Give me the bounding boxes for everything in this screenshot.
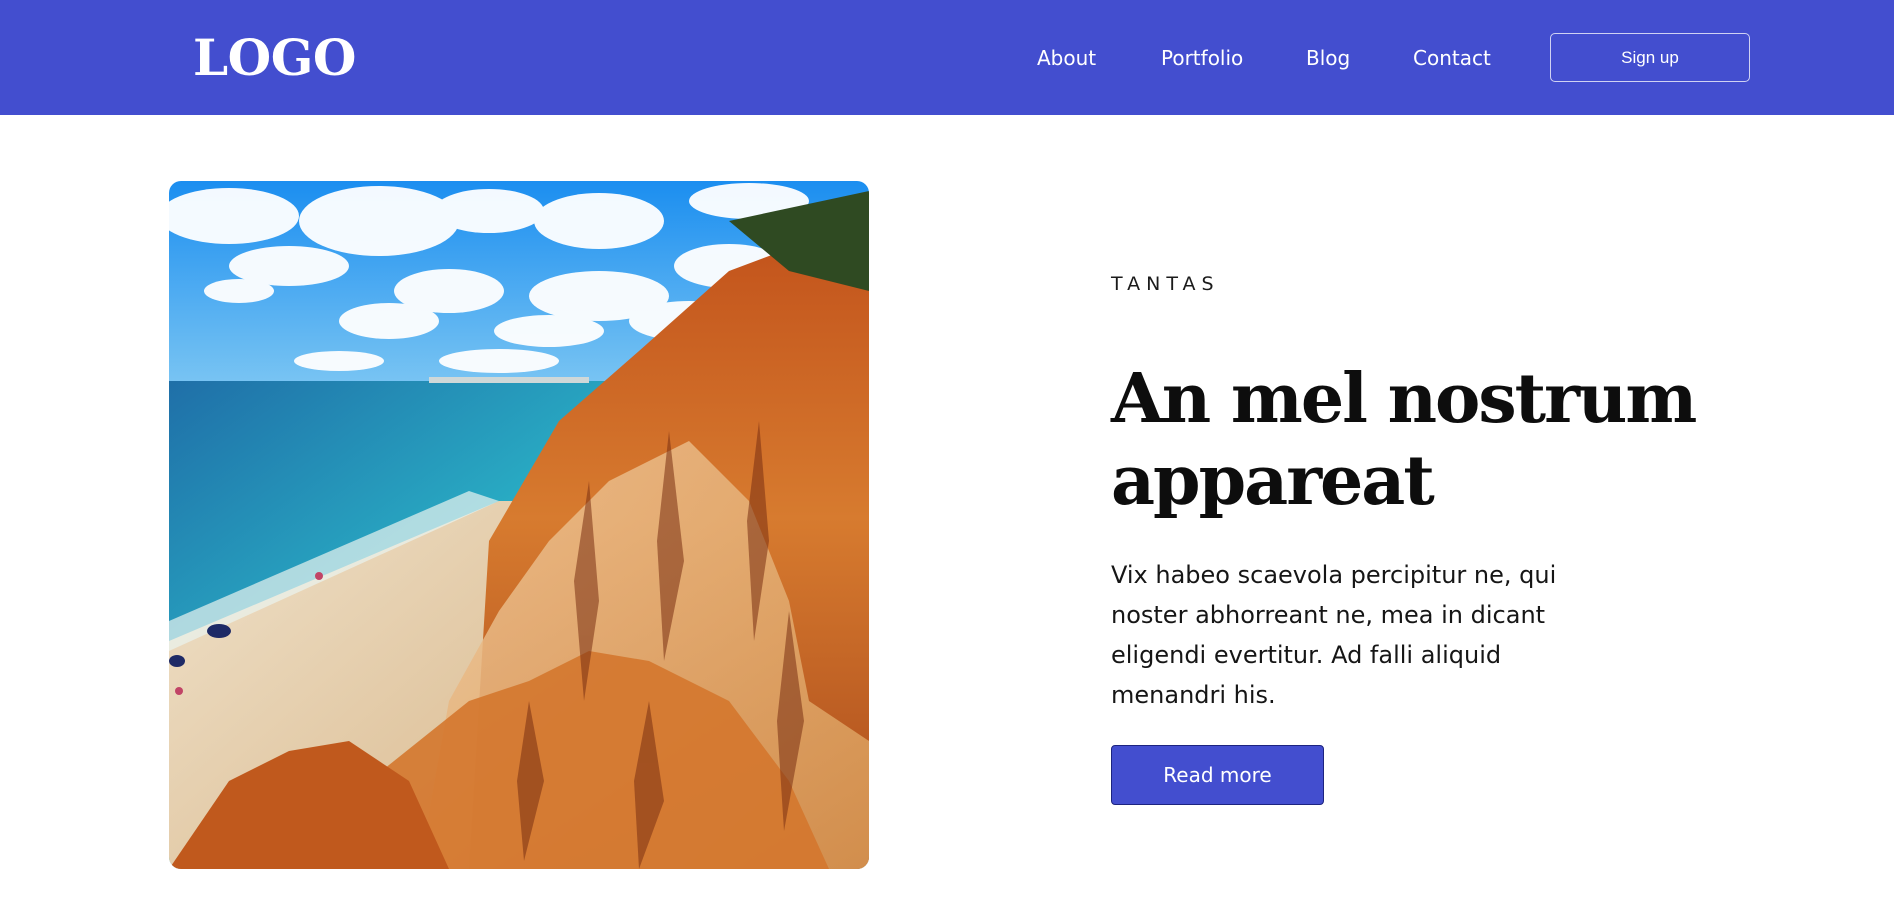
nav-link-contact[interactable]: Contact xyxy=(1413,44,1491,72)
hero-image-coastal-cliffs xyxy=(169,181,869,869)
signup-button[interactable]: Sign up xyxy=(1550,33,1750,82)
nav-link-about[interactable]: About xyxy=(1037,44,1096,72)
logo[interactable]: LOGO xyxy=(193,26,356,90)
read-more-button[interactable]: Read more xyxy=(1111,745,1324,805)
coastal-cliffs-photo xyxy=(169,181,869,869)
nav-link-portfolio[interactable]: Portfolio xyxy=(1161,44,1243,72)
top-navbar: LOGO About Portfolio Blog Contact Sign u… xyxy=(0,0,1894,115)
section-eyebrow: TANTAS xyxy=(1111,273,1220,295)
nav-link-blog[interactable]: Blog xyxy=(1306,44,1350,72)
hero-body-text: Vix habeo scaevola percipitur ne, qui no… xyxy=(1111,561,1557,709)
hero-headline: An mel nostrum appareat xyxy=(1111,359,1697,521)
